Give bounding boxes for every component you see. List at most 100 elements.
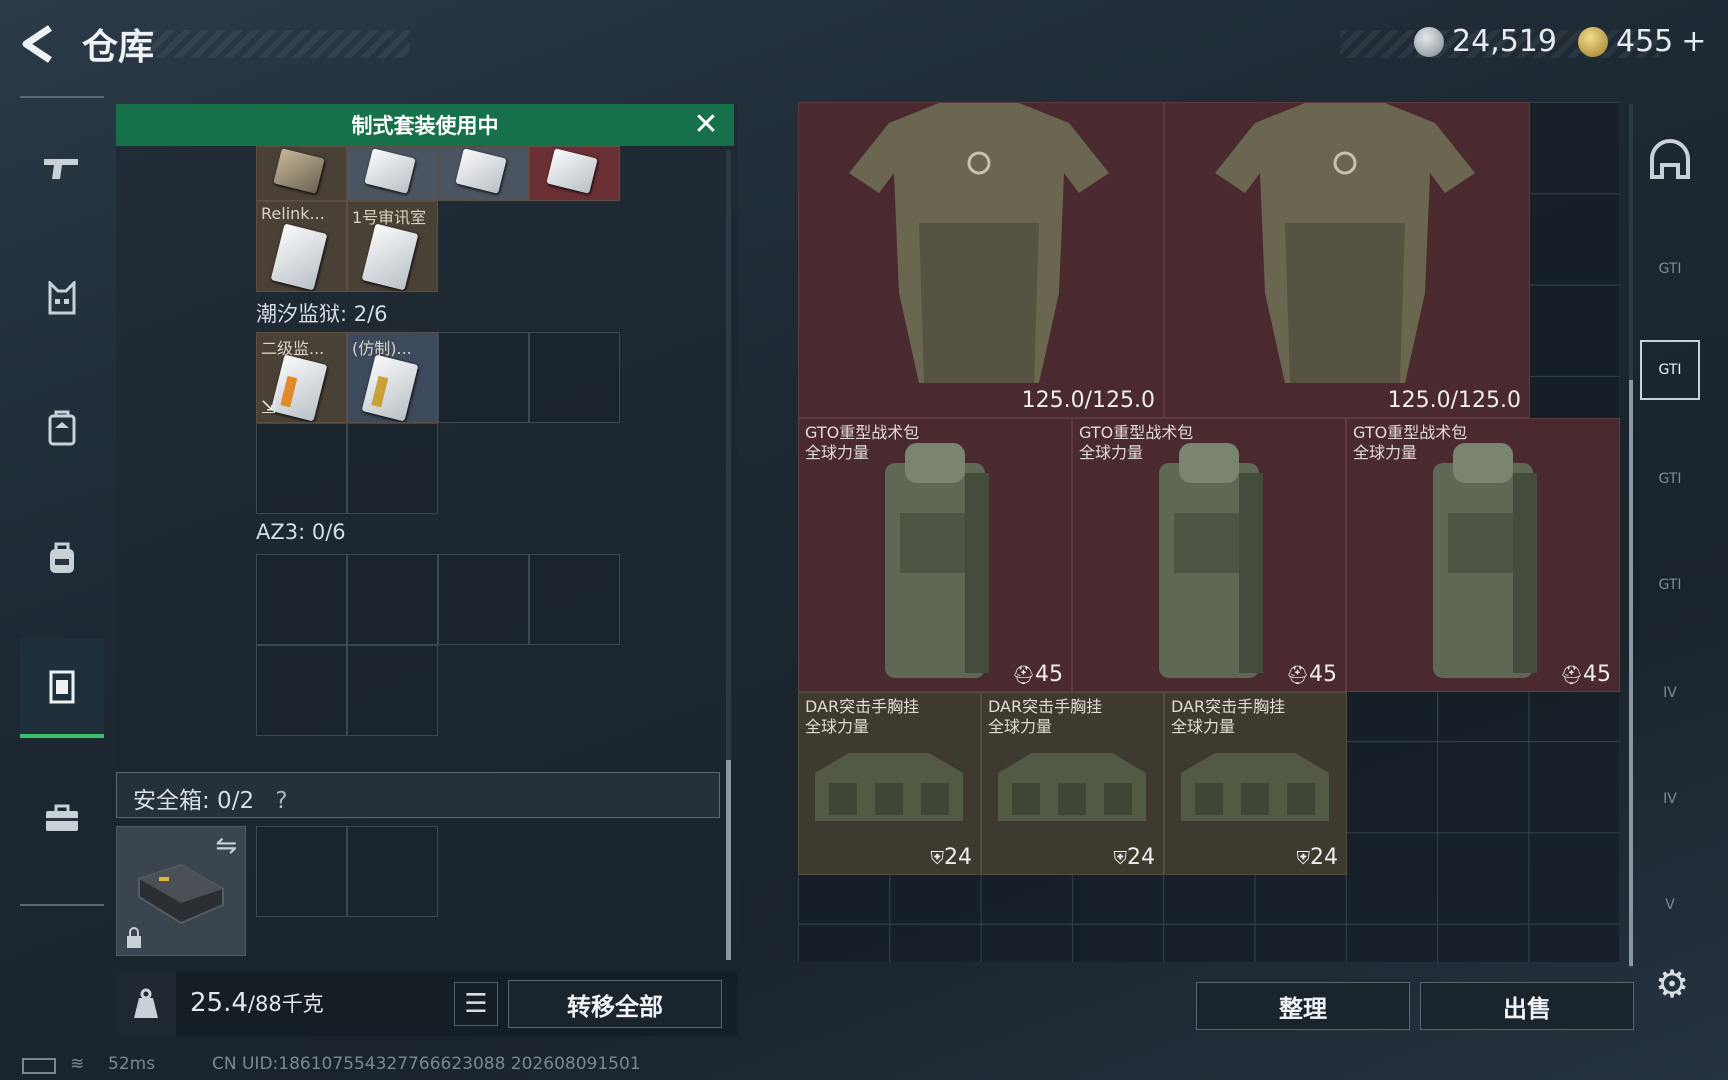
currency-gold[interactable]: 455 + bbox=[1578, 24, 1706, 59]
swap-icon[interactable]: ⇋ bbox=[215, 831, 237, 861]
container-item[interactable] bbox=[256, 146, 347, 201]
tab-filter[interactable]: GTI bbox=[1640, 340, 1700, 400]
tab-helmet[interactable] bbox=[1640, 114, 1700, 204]
tab-filter[interactable]: GTI bbox=[1640, 224, 1700, 314]
item-name: DAR突击手胸挂 全球力量 bbox=[988, 697, 1103, 736]
status-footer: ≋ 52ms CN UID:186107554327766623088 2026… bbox=[0, 1054, 1728, 1080]
container-item[interactable] bbox=[529, 146, 620, 201]
tab-rigs[interactable] bbox=[20, 638, 104, 738]
empty-slot[interactable] bbox=[347, 645, 438, 736]
item-name: DAR突击手胸挂 全球力量 bbox=[1171, 697, 1286, 736]
tab-cases[interactable] bbox=[20, 768, 104, 868]
empty-slot[interactable] bbox=[256, 826, 347, 917]
empty-slot[interactable] bbox=[438, 332, 529, 423]
tab-filter[interactable]: IV bbox=[1640, 648, 1700, 738]
tab-armor[interactable] bbox=[20, 378, 104, 478]
transfer-all-button[interactable]: 转移全部 bbox=[508, 980, 722, 1028]
backpack-capacity: ⛑45 bbox=[1012, 662, 1063, 687]
tab-filter[interactable]: IV bbox=[1640, 754, 1700, 844]
help-button[interactable]: ? bbox=[275, 788, 287, 814]
tab-filter-label: IV bbox=[1663, 791, 1677, 807]
empty-slot[interactable] bbox=[256, 554, 347, 645]
grid-scrollbar-thumb[interactable] bbox=[1629, 380, 1633, 966]
empty-slot[interactable] bbox=[529, 554, 620, 645]
empty-slot[interactable] bbox=[438, 554, 529, 645]
container-item[interactable] bbox=[438, 146, 529, 201]
weight-readout: 25.4/88千克 bbox=[190, 988, 324, 1018]
vest-icon: ⛨ bbox=[1296, 848, 1311, 869]
wifi-icon: ≋ bbox=[70, 1054, 85, 1074]
currency-silver[interactable]: 24,519 bbox=[1414, 24, 1557, 59]
list-view-icon[interactable]: ☰ bbox=[454, 982, 498, 1026]
add-currency-button[interactable]: + bbox=[1681, 24, 1706, 59]
sort-button[interactable]: 整理 bbox=[1196, 982, 1410, 1030]
rig-capacity: ⛨24 bbox=[1296, 845, 1339, 870]
keycard-item[interactable]: (仿制)... bbox=[347, 332, 438, 423]
safe-box-label: 安全箱: 0/2 bbox=[133, 788, 255, 814]
container-title: 潮汐监狱: 2/6 bbox=[256, 302, 388, 326]
close-icon[interactable]: ✕ bbox=[690, 107, 722, 142]
armor-item[interactable]: 125.0/125.0 bbox=[798, 102, 1164, 418]
back-arrow-icon[interactable] bbox=[20, 24, 60, 64]
tab-filter-label: GTI bbox=[1658, 261, 1682, 277]
tab-backpacks[interactable] bbox=[20, 508, 104, 608]
page-title: 仓库 bbox=[82, 27, 155, 68]
keycard-item[interactable]: Relink... bbox=[256, 201, 347, 292]
backpack-capacity: ⛑45 bbox=[1286, 662, 1337, 687]
empty-slot[interactable] bbox=[347, 826, 438, 917]
panel-scrollbar-track[interactable] bbox=[726, 150, 731, 960]
chest-rig-item[interactable]: DAR突击手胸挂 全球力量 ⛨24 bbox=[798, 692, 981, 875]
empty-slot[interactable] bbox=[347, 423, 438, 514]
weight-icon bbox=[116, 972, 176, 1036]
chest-rig-item[interactable]: DAR突击手胸挂 全球力量 ⛨24 bbox=[981, 692, 1164, 875]
tab-filter[interactable]: GTI bbox=[1640, 540, 1700, 630]
tab-weapons[interactable] bbox=[20, 118, 104, 218]
safe-box-item[interactable]: ⇋ bbox=[116, 826, 246, 956]
tab-vests[interactable] bbox=[20, 248, 104, 348]
armor-item[interactable]: 125.0/125.0 bbox=[1164, 102, 1530, 418]
tab-filter[interactable]: V bbox=[1640, 860, 1700, 950]
item-label: 1号审讯室 bbox=[352, 208, 427, 227]
weight-value: 25.4 bbox=[190, 988, 248, 1018]
helmet-icon bbox=[1650, 139, 1690, 179]
rig-capacity: ⛨24 bbox=[930, 845, 973, 870]
panel-scrollbar-thumb[interactable] bbox=[726, 760, 731, 960]
rig-icon bbox=[49, 670, 75, 704]
backpack-capacity: ⛑45 bbox=[1560, 662, 1611, 687]
backpack-icon: ⛑ bbox=[1560, 665, 1583, 686]
gear-icon[interactable]: ⚙ bbox=[1650, 962, 1694, 1006]
top-bar: 仓库 24,519 455 + bbox=[0, 0, 1728, 88]
backpack-icon: ⛑ bbox=[1286, 665, 1309, 686]
grid-scrollbar-track[interactable] bbox=[1629, 104, 1633, 968]
tab-filter-label: GTI bbox=[1658, 471, 1682, 487]
silver-coin-icon bbox=[1414, 26, 1444, 57]
tab-filter[interactable]: GTI bbox=[1640, 434, 1700, 524]
container-item[interactable] bbox=[347, 146, 438, 201]
keycard-item[interactable]: 二级监... ⇲ bbox=[256, 332, 347, 423]
right-filter-tabs: GTI GTI GTI GTI IV IV V bbox=[1640, 104, 1700, 954]
backpack-item[interactable]: GTO重型战术包 全球力量 ⛑45 bbox=[798, 418, 1072, 692]
empty-slot[interactable] bbox=[256, 645, 347, 736]
item-label: 二级监... bbox=[261, 339, 325, 358]
empty-slot[interactable] bbox=[256, 423, 347, 514]
backpack-icon: ⛑ bbox=[1012, 665, 1035, 686]
rig-capacity: ⛨24 bbox=[1113, 845, 1156, 870]
vest-icon bbox=[48, 281, 76, 315]
chest-rig-item[interactable]: DAR突击手胸挂 全球力量 ⛨24 bbox=[1164, 692, 1347, 875]
ping-value: 52ms bbox=[108, 1054, 156, 1074]
battery-icon bbox=[22, 1058, 56, 1074]
unlocked-icon: ⇲ bbox=[261, 397, 277, 418]
tab-filter-label: IV bbox=[1663, 685, 1677, 701]
sell-button[interactable]: 出售 bbox=[1420, 982, 1634, 1030]
backpack-item[interactable]: GTO重型战术包 全球力量 ⛑45 bbox=[1346, 418, 1620, 692]
empty-slot[interactable] bbox=[529, 332, 620, 423]
pistol-icon bbox=[44, 159, 78, 179]
preset-banner-text: 制式套装使用中 bbox=[351, 114, 499, 138]
empty-slot[interactable] bbox=[347, 554, 438, 645]
weight-max: /88千克 bbox=[247, 992, 324, 1016]
backpack-item[interactable]: GTO重型战术包 全球力量 ⛑45 bbox=[1072, 418, 1346, 692]
currency-silver-value: 24,519 bbox=[1452, 24, 1557, 59]
armor-durability: 125.0/125.0 bbox=[1387, 388, 1521, 413]
vest-icon: ⛨ bbox=[930, 848, 945, 869]
keycard-item[interactable]: 1号审讯室 bbox=[347, 201, 438, 292]
